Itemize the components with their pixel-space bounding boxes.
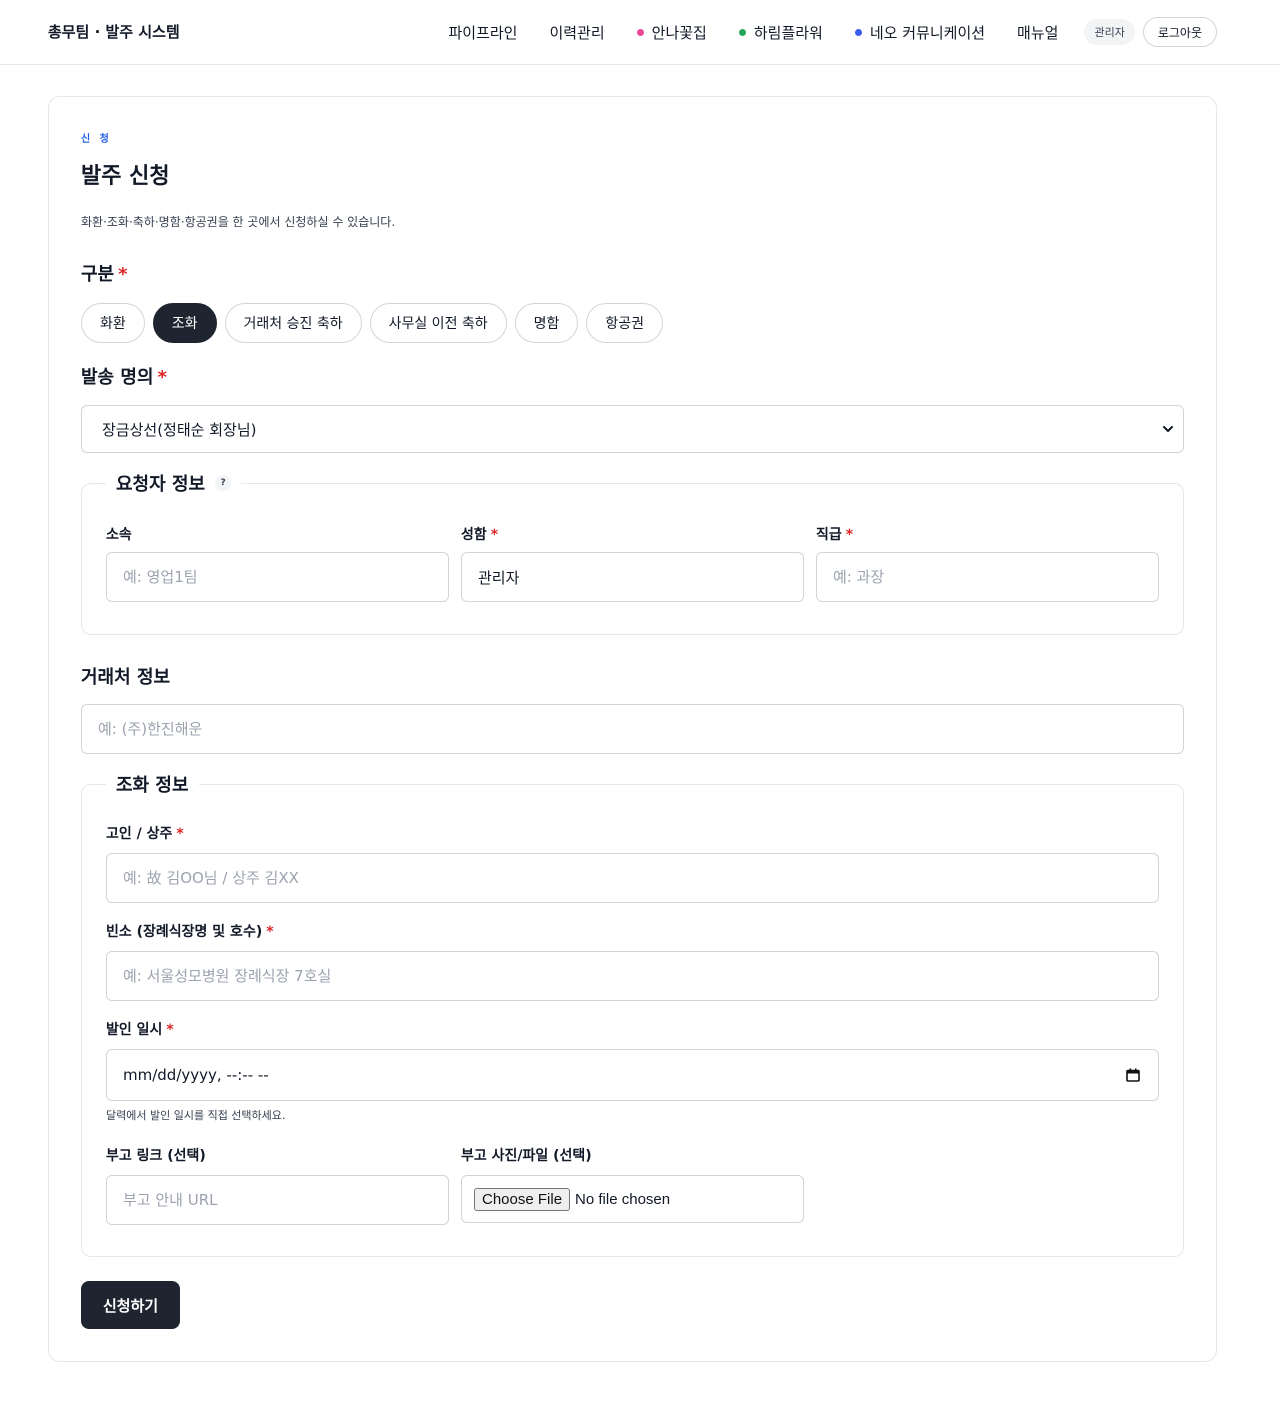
deceased-label: 고인 / 상주 * — [106, 823, 184, 843]
funeral-datetime-input[interactable]: mm/dd/yyyy, --:-- -- — [106, 1049, 1159, 1101]
obituary-link-label-text: 부고 링크 (선택) — [106, 1148, 206, 1164]
top-navigation-bar: 총무팀 · 발주 시스템 파이프라인 이력관리 안나꽃집 하림플라워 네오 커뮤… — [0, 0, 1280, 65]
deceased-input[interactable] — [106, 853, 1159, 903]
rank-label: 직급 * — [816, 524, 853, 544]
client-info-label-text: 거래처 정보 — [81, 667, 171, 688]
order-request-card: 신 청 발주 신청 화환·조화·축하·명함·항공권을 한 곳에서 신청하실 수 … — [48, 96, 1217, 1362]
funeral-date-label: 발인 일시 * — [106, 1019, 174, 1039]
nav-manual[interactable]: 매뉴얼 — [1017, 22, 1058, 43]
requester-info-legend: 요청자 정보 ? — [106, 470, 242, 496]
nav-label: 하림플라워 — [753, 23, 823, 42]
obituary-file-label-text: 부고 사진/파일 (선택) — [461, 1148, 592, 1164]
category-chip-flight-ticket[interactable]: 항공권 — [586, 303, 664, 343]
requester-info-fieldset: 요청자 정보 ? 소속 성함* 직급* — [81, 470, 1184, 635]
name-label-text: 성함 — [461, 527, 487, 543]
condolence-info-title: 조화 정보 — [116, 775, 189, 796]
nav-history[interactable]: 이력관리 — [549, 22, 604, 43]
category-label: 구분 * — [81, 260, 128, 286]
obituary-file-input: Choose File No file chosen — [461, 1175, 804, 1223]
page-title: 발주 신청 — [81, 164, 170, 189]
nav-neo-communication[interactable]: 네오 커뮤니케이션 — [854, 22, 986, 43]
nav-pipeline[interactable]: 파이프라인 — [448, 22, 517, 43]
client-info-label: 거래처 정보 — [81, 663, 170, 689]
nav-label: 매뉴얼 — [1017, 23, 1059, 42]
venue-input[interactable] — [106, 951, 1159, 1001]
name-label: 성함 * — [461, 524, 498, 544]
status-dot — [636, 28, 644, 36]
dept-label: 소속 — [106, 524, 132, 544]
nav-label: 네오 커뮤니케이션 — [869, 23, 986, 42]
required-mark: * — [266, 924, 274, 940]
sender-select[interactable]: 장금상선(정태순 회장님) — [81, 405, 1184, 453]
file-status-text: No file chosen — [575, 1190, 671, 1208]
category-chip-wreath[interactable]: 화환 — [81, 303, 145, 343]
category-chip-office-move[interactable]: 사무실 이전 축하 — [369, 303, 507, 343]
status-dot — [738, 28, 746, 36]
nav-label: 파이프라인 — [448, 23, 518, 42]
condolence-info-fieldset: 조화 정보 고인 / 상주* 빈소 (장례식장명 및 호수)* 발인 일시* m… — [81, 771, 1184, 1257]
required-mark: * — [118, 264, 128, 285]
category-chip-group: 화환 조화 거래처 승진 축하 사무실 이전 축하 명함 항공권 — [81, 303, 671, 343]
status-dot — [854, 28, 862, 36]
category-chip-condolence[interactable]: 조화 — [152, 303, 217, 343]
app-brand: 총무팀 · 발주 시스템 — [48, 23, 180, 41]
rank-label-text: 직급 — [816, 527, 842, 543]
category-chip-business-card[interactable]: 명함 — [514, 303, 579, 343]
venue-label-text: 빈소 (장례식장명 및 호수) — [106, 924, 263, 940]
help-icon[interactable]: ? — [215, 475, 232, 491]
main-nav: 파이프라인 이력관리 안나꽃집 하림플라워 네오 커뮤니케이션 매뉴얼 관리자 … — [448, 17, 1217, 47]
required-mark: * — [176, 826, 184, 842]
chevron-down-icon — [1163, 426, 1173, 432]
rank-input[interactable] — [816, 552, 1159, 602]
required-mark: * — [845, 527, 854, 543]
venue-label: 빈소 (장례식장명 및 호수) * — [106, 921, 274, 941]
required-mark: * — [157, 367, 167, 388]
obituary-link-input[interactable] — [106, 1175, 449, 1225]
obituary-link-label: 부고 링크 (선택) — [106, 1145, 206, 1165]
nav-label: 안나꽃집 — [651, 23, 707, 42]
obituary-file-label: 부고 사진/파일 (선택) — [461, 1145, 592, 1165]
requester-info-title: 요청자 정보 — [116, 474, 206, 495]
category-label-text: 구분 — [81, 264, 115, 285]
logout-button[interactable]: 로그아웃 — [1142, 17, 1217, 47]
funeral-date-label-text: 발인 일시 — [106, 1022, 163, 1038]
funeral-date-hint: 달력에서 발인 일시를 직접 선택하세요. — [106, 1109, 286, 1122]
section-eyebrow: 신 청 — [81, 134, 112, 145]
nav-harim-flower[interactable]: 하림플라워 — [738, 22, 823, 43]
deceased-label-text: 고인 / 상주 — [106, 826, 173, 842]
calendar-icon[interactable] — [1126, 1068, 1140, 1082]
required-mark: * — [490, 527, 499, 543]
choose-file-button[interactable]: Choose File — [474, 1187, 571, 1211]
name-input[interactable] — [461, 552, 804, 602]
datetime-display: mm/dd/yyyy, --:-- -- — [123, 1066, 269, 1084]
required-mark: * — [166, 1022, 174, 1038]
sender-label: 발송 명의 * — [81, 363, 167, 389]
nav-label: 이력관리 — [549, 23, 605, 42]
role-badge: 관리자 — [1084, 19, 1135, 45]
sender-selected-value: 장금상선(정태순 회장님) — [102, 420, 257, 439]
dept-label-text: 소속 — [106, 527, 132, 543]
category-chip-client-promotion[interactable]: 거래처 승진 축하 — [224, 303, 362, 343]
client-input[interactable] — [81, 704, 1184, 754]
condolence-info-legend: 조화 정보 — [106, 771, 199, 797]
nav-anna-florist[interactable]: 안나꽃집 — [636, 22, 707, 43]
submit-button[interactable]: 신청하기 — [81, 1281, 181, 1329]
sender-label-text: 발송 명의 — [81, 367, 154, 388]
page-subtitle: 화환·조화·축하·명함·항공권을 한 곳에서 신청하실 수 있습니다. — [81, 215, 396, 229]
dept-input[interactable] — [106, 552, 449, 602]
